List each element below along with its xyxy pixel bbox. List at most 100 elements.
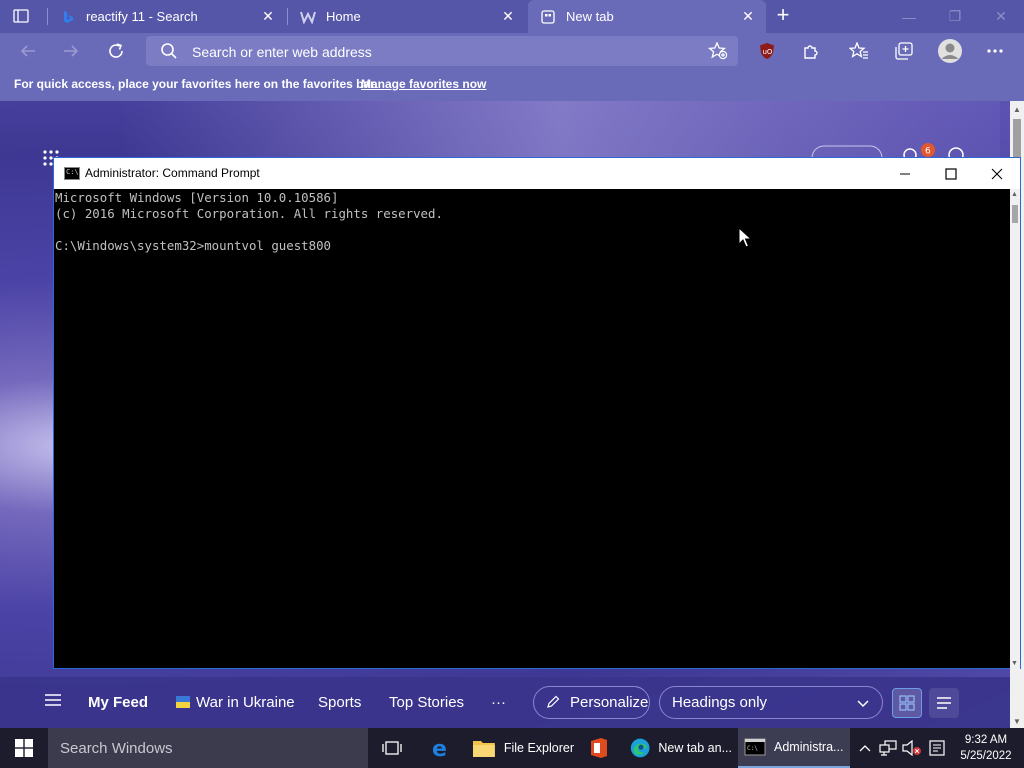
tab-actions-icon[interactable] [10,6,32,26]
feed-navigation-bar: My Feed War in Ukraine Sports Top Storie… [0,677,1010,728]
task-view-icon[interactable] [376,728,408,768]
more-tabs-button[interactable]: ··· [491,694,506,711]
notification-count: 6 [925,147,931,157]
minimize-icon[interactable] [882,158,928,189]
windows-logo-icon [15,739,33,757]
extensions-icon[interactable] [798,39,824,63]
office-icon[interactable] [582,728,616,768]
maximize-icon[interactable] [928,158,974,189]
back-icon[interactable] [15,39,41,63]
favorites-bar: For quick access, place your favorites h… [0,69,1024,101]
profile-avatar[interactable] [936,37,964,65]
taskbar-search-placeholder: Search Windows [60,740,173,757]
taskbar-clock[interactable]: 9:32 AM 5/25/2022 [955,732,1017,764]
wix-icon [300,9,316,25]
network-icon[interactable] [877,728,899,768]
add-favorite-icon[interactable] [707,41,728,63]
collections-icon[interactable] [891,39,917,63]
address-placeholder: Search or enter web address [192,44,372,60]
new-tab-page-icon [540,9,556,25]
grid-view-icon [899,695,915,711]
scroll-up-icon[interactable]: ▲ [1011,191,1018,198]
scroll-down-icon[interactable]: ▼ [1011,660,1018,667]
tab-title: reactify 11 - Search [86,9,198,24]
taskbar-search-box[interactable]: Search Windows [48,728,368,768]
cmd-console-output[interactable]: Microsoft Windows [Version 10.0.10586] (c… [54,189,1012,669]
scroll-up-icon[interactable]: ▲ [1013,105,1021,114]
new-tab-button[interactable]: + [770,4,796,28]
taskbar-app-label: Administra... [774,740,844,754]
taskbar-app-label: New tab an... [658,741,732,755]
svg-text:uO: uO [763,48,773,56]
bing-icon [60,9,76,25]
tab-close-icon[interactable]: ✕ [736,5,760,29]
list-view-icon [937,697,951,709]
svg-text:e: e [432,737,447,759]
taskbar-edge-new-tab[interactable]: New tab an... [624,728,732,768]
taskbar-command-prompt[interactable]: C:\ Administra... [738,728,850,768]
tab-new-tab[interactable]: New tab ✕ [528,0,766,33]
manage-favorites-link[interactable]: Manage favorites now [361,77,486,91]
taskbar-file-explorer[interactable]: File Explorer [466,728,574,768]
tab-close-icon[interactable]: ✕ [496,5,520,29]
tab-reactify-search[interactable]: reactify 11 - Search ✕ [48,0,286,33]
edge-icon [630,738,650,758]
start-button[interactable] [0,728,48,768]
clock-date: 5/25/2022 [960,750,1012,762]
feed-tab-war-in-ukraine[interactable]: War in Ukraine [176,694,295,711]
taskbar-app-label: File Explorer [503,741,574,755]
forward-icon[interactable] [58,39,84,63]
hamburger-menu-icon[interactable] [44,693,62,710]
browser-toolbar: Search or enter web address uO [0,33,1024,69]
feed-tab-sports[interactable]: Sports [318,694,361,711]
clock-time: 9:32 AM [964,734,1008,746]
restore-icon[interactable]: ❐ [932,0,978,33]
console-prompt-line: C:\Windows\system32>mountvol guest800 [55,238,332,253]
show-hidden-icons-icon[interactable] [856,728,874,768]
cmd-window-title: Administrator: Command Prompt [85,166,260,180]
svg-text:C:\: C:\ [747,745,758,752]
personalize-label: Personalize [570,694,649,711]
scrollbar-thumb[interactable] [1013,119,1021,159]
tab-close-icon[interactable]: ✕ [256,5,280,29]
mouse-pointer-icon [738,226,753,252]
scroll-down-icon[interactable]: ▼ [1013,717,1021,726]
grid-view-button[interactable] [892,688,922,718]
browser-tab-bar: reactify 11 - Search ✕ Home ✕ New tab ✕ … [0,0,1024,33]
cmd-scrollbar[interactable]: ▲ ▼ [1010,189,1020,669]
folder-icon [472,741,495,757]
browser-window-controls: — ❐ ✕ [886,0,1024,33]
close-icon[interactable]: ✕ [978,0,1024,33]
search-icon [160,42,178,63]
chevron-down-icon [856,696,870,714]
list-view-button[interactable] [929,688,959,718]
action-center-icon[interactable] [926,728,948,768]
windows-taskbar: Search Windows e File Explorer New tab a… [0,728,1024,768]
favorites-icon[interactable] [846,39,872,63]
tab-home[interactable]: Home ✕ [288,0,526,33]
console-line: Microsoft Windows [Version 10.0.10586] [55,190,339,205]
ublock-icon[interactable]: uO [754,39,780,63]
pencil-icon [546,695,560,713]
layout-select[interactable]: Headings only [659,686,883,719]
settings-more-icon[interactable] [982,39,1008,63]
volume-muted-icon[interactable] [901,728,923,768]
scrollbar-thumb[interactable] [1012,205,1018,223]
tab-title: Home [326,9,361,24]
cmd-app-icon: C:\ [64,167,80,180]
edge-legacy-icon[interactable]: e [424,728,458,768]
address-bar[interactable]: Search or enter web address [146,36,738,66]
tab-title: New tab [566,9,614,24]
feed-tab-my-feed[interactable]: My Feed [88,694,148,711]
close-icon[interactable] [974,158,1020,189]
feed-tab-top-stories[interactable]: Top Stories [389,694,464,711]
refresh-icon[interactable] [103,39,129,63]
console-line: (c) 2016 Microsoft Corporation. All righ… [55,206,443,221]
feed-tab-label: War in Ukraine [196,694,295,711]
minimize-icon[interactable]: — [886,0,932,33]
cmd-icon: C:\ [744,738,766,756]
personalize-button[interactable]: Personalize [533,686,650,719]
command-prompt-window[interactable]: C:\ Administrator: Command Prompt Micros… [53,157,1021,669]
cmd-title-bar[interactable]: C:\ Administrator: Command Prompt [54,158,1020,189]
